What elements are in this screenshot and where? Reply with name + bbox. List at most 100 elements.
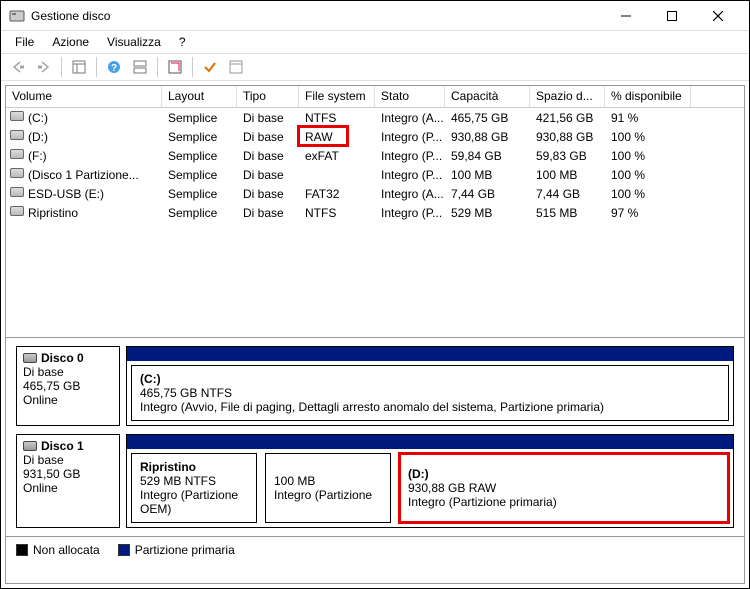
refresh-button[interactable] [164,56,186,78]
cell-type: Di base [237,127,299,146]
minimize-button[interactable] [603,1,649,31]
cell-capacity: 465,75 GB [445,108,530,127]
cell-capacity: 7,44 GB [445,184,530,203]
col-volume[interactable]: Volume [6,86,162,107]
back-button[interactable] [7,56,29,78]
table-row[interactable]: (D:)SempliceDi baseRAWIntegro (P...930,8… [6,127,744,146]
partition-status: Integro (Partizione OEM) [140,488,248,516]
close-button[interactable] [695,1,741,31]
cell-pct: 91 % [605,108,691,127]
disk-icon [23,353,37,363]
col-free[interactable]: Spazio d... [530,86,605,107]
volume-icon [10,168,24,178]
cell-type: Di base [237,184,299,203]
col-capacity[interactable]: Capacità [445,86,530,107]
cell-state: Integro (P... [375,127,445,146]
menu-file[interactable]: File [7,33,42,51]
cell-fs: exFAT [299,146,375,165]
cell-fs: FAT32 [299,184,375,203]
disk-size: 465,75 GB [23,379,113,393]
legend-unallocated: Non allocata [16,543,100,557]
separator [96,57,97,77]
cell-free: 515 MB [530,203,605,222]
cell-state: Integro (P... [375,203,445,222]
disk-row: Disco 0Di base465,75 GBOnline(C:)465,75 … [16,346,734,426]
table-row[interactable]: (Disco 1 Partizione...SempliceDi baseInt… [6,165,744,184]
cell-fs: NTFS [299,203,375,222]
disk-type: Di base [23,453,113,467]
col-pct[interactable]: % disponibile [605,86,691,107]
cell-volume: (C:) [6,108,162,127]
volume-icon [10,111,24,121]
table-row[interactable]: ESD-USB (E:)SempliceDi baseFAT32Integro … [6,184,744,203]
col-layout[interactable]: Layout [162,86,237,107]
col-type[interactable]: Tipo [237,86,299,107]
volume-icon [10,187,24,197]
titlebar: Gestione disco [1,1,749,31]
legend: Non allocata Partizione primaria [6,536,744,562]
partition[interactable]: (C:)465,75 GB NTFSIntegro (Avvio, File d… [131,365,729,421]
col-state[interactable]: Stato [375,86,445,107]
forward-button[interactable] [33,56,55,78]
cell-layout: Semplice [162,108,237,127]
partition-size: 529 MB NTFS [140,474,248,488]
menu-help[interactable]: ? [171,33,194,51]
disk-icon [23,441,37,451]
cell-pct: 97 % [605,203,691,222]
col-fs[interactable]: File system [299,86,375,107]
cell-state: Integro (A... [375,108,445,127]
partition-size: 100 MB [274,474,382,488]
partition-stripe [127,435,733,449]
partition[interactable]: (D:)930,88 GB RAWIntegro (Partizione pri… [399,453,729,523]
partition[interactable]: Ripristino529 MB NTFSIntegro (Partizione… [131,453,257,523]
table-row[interactable]: RipristinoSempliceDi baseNTFSIntegro (P.… [6,203,744,222]
cell-free: 421,56 GB [530,108,605,127]
table-row[interactable]: (C:)SempliceDi baseNTFSIntegro (A...465,… [6,108,744,127]
separator [192,57,193,77]
layout-button[interactable] [129,56,151,78]
partition-status: Integro (Partizione primaria) [408,495,720,509]
partition-label: Ripristino [140,460,248,474]
cell-free: 59,83 GB [530,146,605,165]
partition-size: 465,75 GB NTFS [140,386,720,400]
legend-primary: Partizione primaria [118,543,235,557]
action-button[interactable] [225,56,247,78]
help-button[interactable]: ? [103,56,125,78]
disk-row: Disco 1Di base931,50 GBOnlineRipristino5… [16,434,734,528]
check-button[interactable] [199,56,221,78]
partition[interactable]: 100 MBIntegro (Partizione [265,453,391,523]
volume-list[interactable]: Volume Layout Tipo File system Stato Cap… [6,86,744,332]
cell-layout: Semplice [162,165,237,184]
disk-map: Disco 0Di base465,75 GBOnline(C:)465,75 … [6,337,744,536]
disk-status: Online [23,393,113,407]
cell-type: Di base [237,165,299,184]
partition-label: (C:) [140,372,720,386]
view-button[interactable] [68,56,90,78]
cell-capacity: 59,84 GB [445,146,530,165]
column-headers: Volume Layout Tipo File system Stato Cap… [6,86,744,108]
maximize-button[interactable] [649,1,695,31]
cell-volume: (Disco 1 Partizione... [6,165,162,184]
partition-status: Integro (Avvio, File di paging, Dettagli… [140,400,720,414]
disk-type: Di base [23,365,113,379]
cell-layout: Semplice [162,203,237,222]
disk-info[interactable]: Disco 0Di base465,75 GBOnline [16,346,120,426]
window-title: Gestione disco [31,9,603,23]
cell-layout: Semplice [162,184,237,203]
table-row[interactable]: (F:)SempliceDi baseexFATIntegro (P...59,… [6,146,744,165]
volume-icon [10,149,24,159]
volume-icon [10,206,24,216]
disk-info[interactable]: Disco 1Di base931,50 GBOnline [16,434,120,528]
cell-type: Di base [237,203,299,222]
cell-state: Integro (A... [375,184,445,203]
partition-stripe [127,347,733,361]
partition-label: (D:) [408,467,720,481]
menu-action[interactable]: Azione [44,33,97,51]
app-icon [9,8,25,24]
cell-type: Di base [237,146,299,165]
menu-view[interactable]: Visualizza [99,33,169,51]
cell-free: 930,88 GB [530,127,605,146]
disk-name: Disco 0 [41,351,84,365]
toolbar: ? [1,53,749,81]
separator [157,57,158,77]
